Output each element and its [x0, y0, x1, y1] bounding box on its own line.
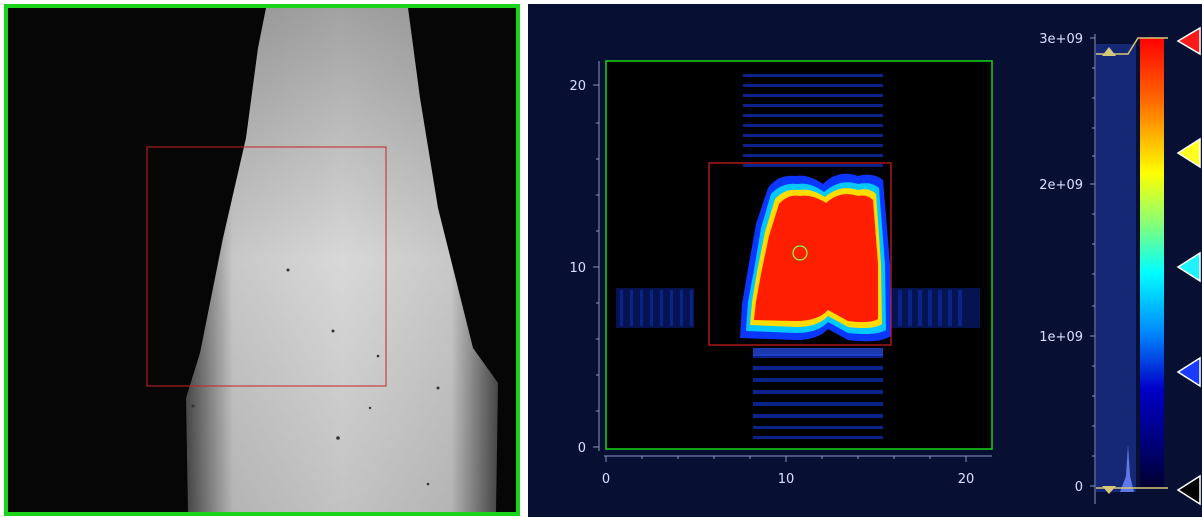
colorbar — [1090, 34, 1168, 504]
color-handle-blue[interactable] — [1176, 356, 1201, 388]
colorbar-tick-label: 0 — [1075, 480, 1083, 495]
color-handle-black[interactable] — [1176, 474, 1201, 506]
color-handle-cyan[interactable] — [1176, 251, 1201, 283]
y-tick-label: 0 — [578, 441, 586, 456]
y-tick-label: 20 — [569, 79, 586, 94]
colorbar-gradient — [1140, 38, 1164, 488]
color-handle-yellow[interactable] — [1176, 137, 1201, 169]
x-tick-label: 20 — [958, 472, 975, 487]
colorbar-tick-label: 3e+09 — [1039, 32, 1083, 47]
plot-svg: 0 10 20 0 10 20 3e+09 2e+09 1e+09 0 — [569, 26, 1201, 506]
y-tick-label: 10 — [569, 261, 586, 276]
x-tick-label: 10 — [778, 472, 795, 487]
x-axis — [604, 455, 992, 462]
y-axis — [593, 61, 600, 451]
colorbar-tick-label: 1e+09 — [1039, 330, 1083, 345]
camera-image — [8, 8, 516, 512]
color-handle-red[interactable] — [1176, 26, 1201, 56]
camera-view[interactable] — [4, 4, 520, 516]
beam-profile-panel: 0 10 20 0 10 20 3e+09 2e+09 1e+09 0 — [528, 4, 1202, 517]
colorbar-tick-label: 2e+09 — [1039, 178, 1083, 193]
x-tick-label: 0 — [602, 472, 610, 487]
